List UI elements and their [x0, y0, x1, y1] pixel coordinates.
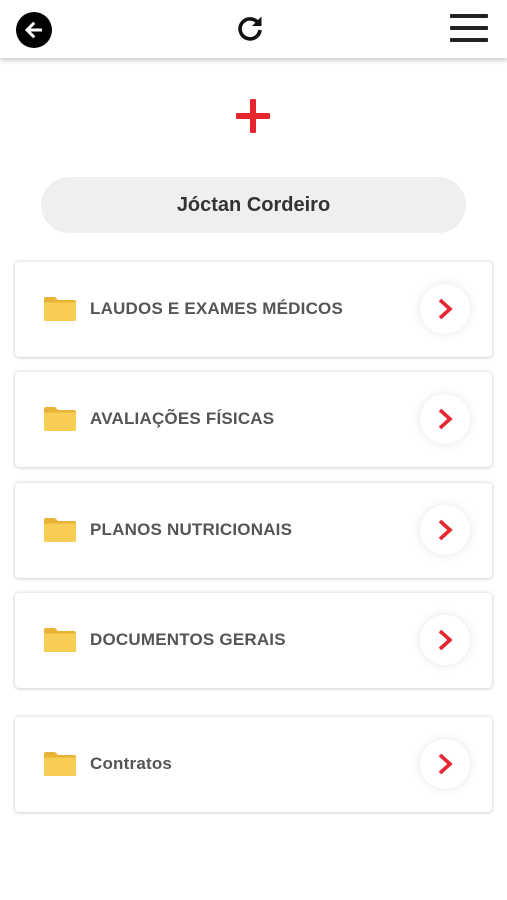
back-button[interactable]: [16, 12, 52, 48]
folder-item-laudos[interactable]: LAUDOS E EXAMES MÉDICOS: [15, 262, 492, 357]
folder-label: AVALIAÇÕES FÍSICAS: [90, 409, 275, 428]
open-folder-button[interactable]: [420, 615, 470, 665]
folder-item-documentos[interactable]: DOCUMENTOS GERAIS: [15, 593, 492, 688]
folder-label: Contratos: [90, 754, 173, 773]
add-folder-button[interactable]: [236, 99, 270, 133]
user-name-pill: Jóctan Cordeiro: [41, 177, 466, 233]
folder-icon: [44, 752, 76, 776]
refresh-icon: [238, 16, 262, 41]
folder-item-contratos[interactable]: Contratos: [15, 717, 492, 812]
arrow-left-icon: [24, 21, 42, 39]
folder-icon: [44, 407, 76, 431]
refresh-button[interactable]: [233, 12, 267, 46]
folder-label: DOCUMENTOS GERAIS: [90, 630, 286, 649]
chevron-right-icon: [438, 629, 453, 651]
folder-icon: [44, 518, 76, 542]
folder-label: PLANOS NUTRICIONAIS: [90, 520, 293, 539]
chevron-right-icon: [438, 753, 453, 775]
chevron-right-icon: [438, 298, 453, 320]
open-folder-button[interactable]: [420, 739, 470, 789]
menu-bar: [450, 38, 488, 42]
user-name: Jóctan Cordeiro: [176, 193, 331, 216]
open-folder-button[interactable]: [420, 394, 470, 444]
open-folder-button[interactable]: [420, 505, 470, 555]
folder-item-avaliacoes[interactable]: AVALIAÇÕES FÍSICAS: [15, 372, 492, 467]
folder-icon: [44, 297, 76, 321]
open-folder-button[interactable]: [420, 284, 470, 334]
menu-button[interactable]: [450, 14, 488, 42]
folder-label: LAUDOS E EXAMES MÉDICOS: [90, 299, 344, 318]
chevron-right-icon: [438, 519, 453, 541]
menu-bar: [450, 26, 488, 30]
folder-item-planos[interactable]: PLANOS NUTRICIONAIS: [15, 483, 492, 578]
folders-screen: Jóctan Cordeiro LAUDOS E EXAMES MÉDICOS …: [0, 0, 507, 900]
menu-bar: [450, 14, 488, 18]
top-bar: [0, 0, 507, 58]
chevron-right-icon: [438, 408, 453, 430]
folder-icon: [44, 628, 76, 652]
